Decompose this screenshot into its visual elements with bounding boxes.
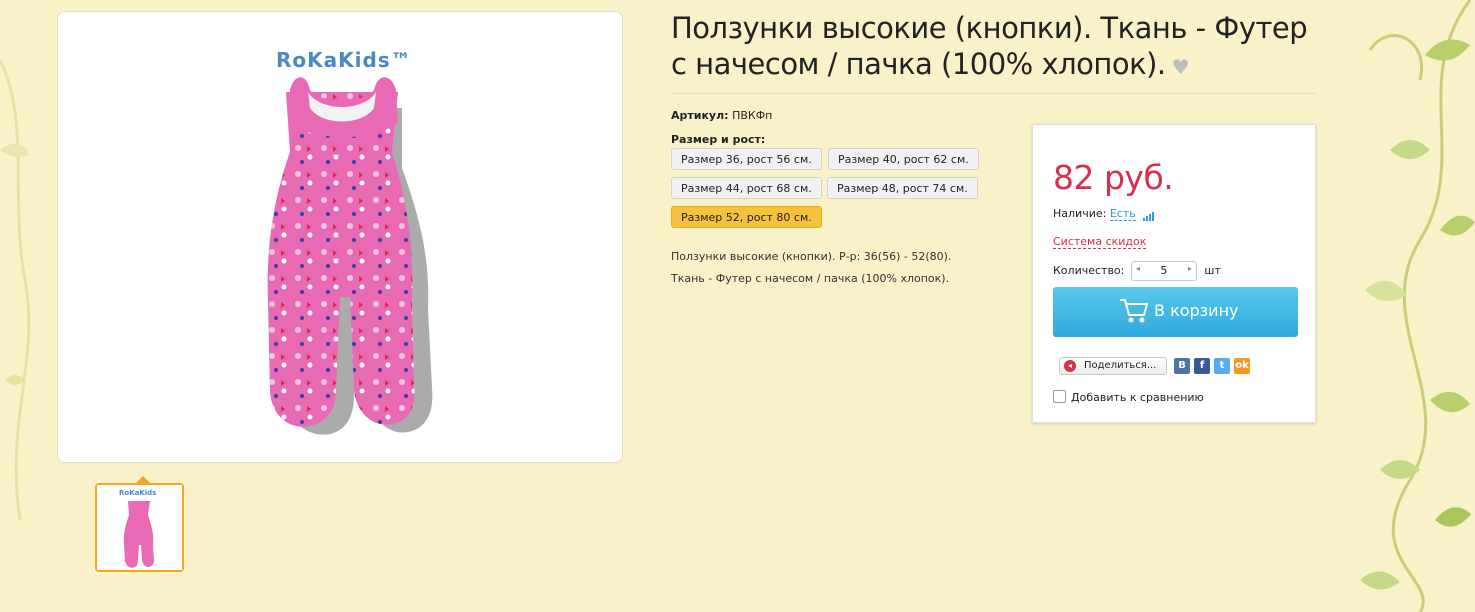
quantity-unit: шт xyxy=(1204,264,1221,277)
quantity-stepper[interactable]: ◂ 5 ▸ xyxy=(1130,261,1197,281)
twitter-icon[interactable]: t xyxy=(1214,358,1230,374)
availability-label: Наличие: xyxy=(1053,207,1107,220)
thumbnail-pointer xyxy=(136,476,150,483)
price: 82 руб. xyxy=(1053,158,1174,197)
decorative-vine-left xyxy=(0,59,31,521)
article-value: ПВКФп xyxy=(732,109,773,122)
share-button[interactable]: ◂ Поделиться... xyxy=(1059,357,1167,375)
product-title-text: Ползунки высокие (кнопки). Ткань - Футер… xyxy=(671,11,1308,81)
article-label: Артикул: xyxy=(671,109,729,122)
discount-system-link[interactable]: Система скидок xyxy=(1053,235,1147,249)
signal-icon xyxy=(1143,208,1155,221)
brand-logo: RoKaKids™ xyxy=(276,48,412,72)
size-option-36[interactable]: Размер 36, рост 56 см. xyxy=(671,148,822,170)
add-to-cart-label: В корзину xyxy=(1154,301,1239,320)
size-option-48[interactable]: Размер 48, рост 74 см. xyxy=(827,177,978,199)
share-icon: ◂ xyxy=(1064,360,1076,372)
odnoklassniki-icon[interactable]: ok xyxy=(1234,358,1250,374)
availability-value[interactable]: Есть xyxy=(1109,207,1136,221)
title-divider xyxy=(671,93,1316,94)
facebook-icon[interactable]: f xyxy=(1194,358,1210,374)
quantity-row: Количество: ◂ 5 ▸ шт xyxy=(1053,261,1221,281)
quantity-label: Количество: xyxy=(1053,264,1125,277)
decorative-vine-right xyxy=(1360,0,1475,612)
romper-illustration xyxy=(267,77,433,435)
heart-icon[interactable]: ♥ xyxy=(1172,55,1190,79)
cart-icon xyxy=(1120,299,1149,323)
size-label: Размер и рост: xyxy=(671,133,766,146)
product-thumbnail[interactable]: RoKaKids xyxy=(95,483,184,572)
compare-label: Добавить к сравнению xyxy=(1071,391,1204,404)
thumbnail-romper: RoKaKids xyxy=(97,485,182,570)
article-row: Артикул: ПВКФп xyxy=(671,109,772,122)
purchase-card: 82 руб. Наличие: Есть Система скидок Кол… xyxy=(1032,124,1316,423)
compare-checkbox[interactable] xyxy=(1053,390,1066,403)
product-main-image[interactable]: RoKaKids™ xyxy=(57,11,623,463)
svg-text:RoKaKids: RoKaKids xyxy=(119,489,156,497)
availability-row: Наличие: Есть xyxy=(1053,207,1155,221)
description-line-2: Ткань - Футер с начесом / пачка (100% хл… xyxy=(671,272,950,285)
description-line-1: Ползунки высокие (кнопки). Р-р: 36(56) -… xyxy=(671,250,952,263)
increase-arrow-icon[interactable]: ▸ xyxy=(1188,264,1192,273)
discount-row: Система скидок xyxy=(1053,235,1147,249)
product-description: Ползунки высокие (кнопки). Р-р: 36(56) -… xyxy=(671,246,1011,290)
vk-icon[interactable]: В xyxy=(1174,358,1190,374)
size-option-52-selected[interactable]: Размер 52, рост 80 см. xyxy=(671,206,822,228)
size-option-40[interactable]: Размер 40, рост 62 см. xyxy=(828,148,979,170)
share-label: Поделиться... xyxy=(1084,360,1157,371)
add-to-cart-button[interactable]: В корзину xyxy=(1053,287,1298,337)
compare-row[interactable]: Добавить к сравнению xyxy=(1053,390,1204,404)
quantity-value[interactable]: 5 xyxy=(1132,264,1196,277)
product-title: Ползунки высокие (кнопки). Ткань - Футер… xyxy=(671,10,1321,85)
size-option-44[interactable]: Размер 44, рост 68 см. xyxy=(671,177,822,199)
